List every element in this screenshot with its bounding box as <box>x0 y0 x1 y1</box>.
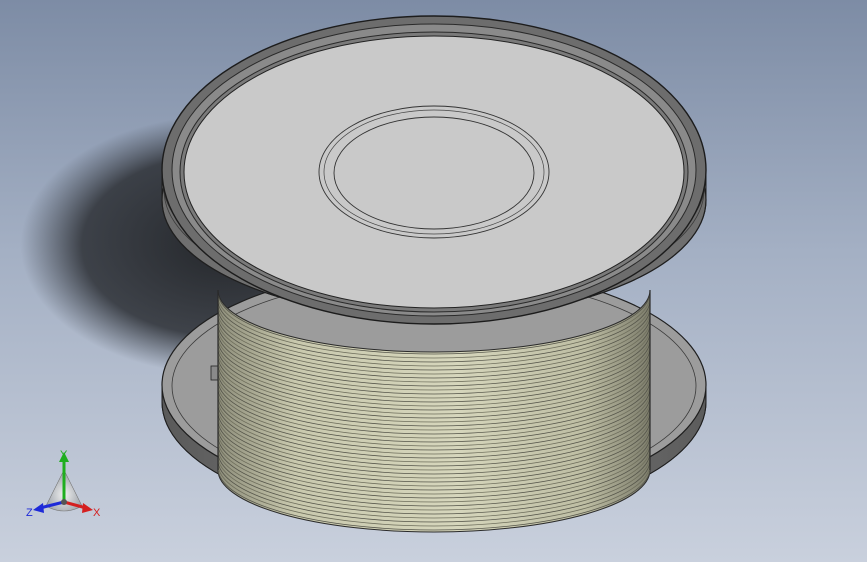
orientation-triad: Y X Z <box>26 449 101 519</box>
y-axis-label: Y <box>60 449 68 461</box>
x-axis-label: X <box>93 507 101 519</box>
z-axis-label: Z <box>26 507 33 519</box>
top-flange <box>161 15 707 325</box>
spool-model-view[interactable] <box>0 0 867 562</box>
graphics-viewport[interactable]: Y X Z <box>0 0 867 562</box>
